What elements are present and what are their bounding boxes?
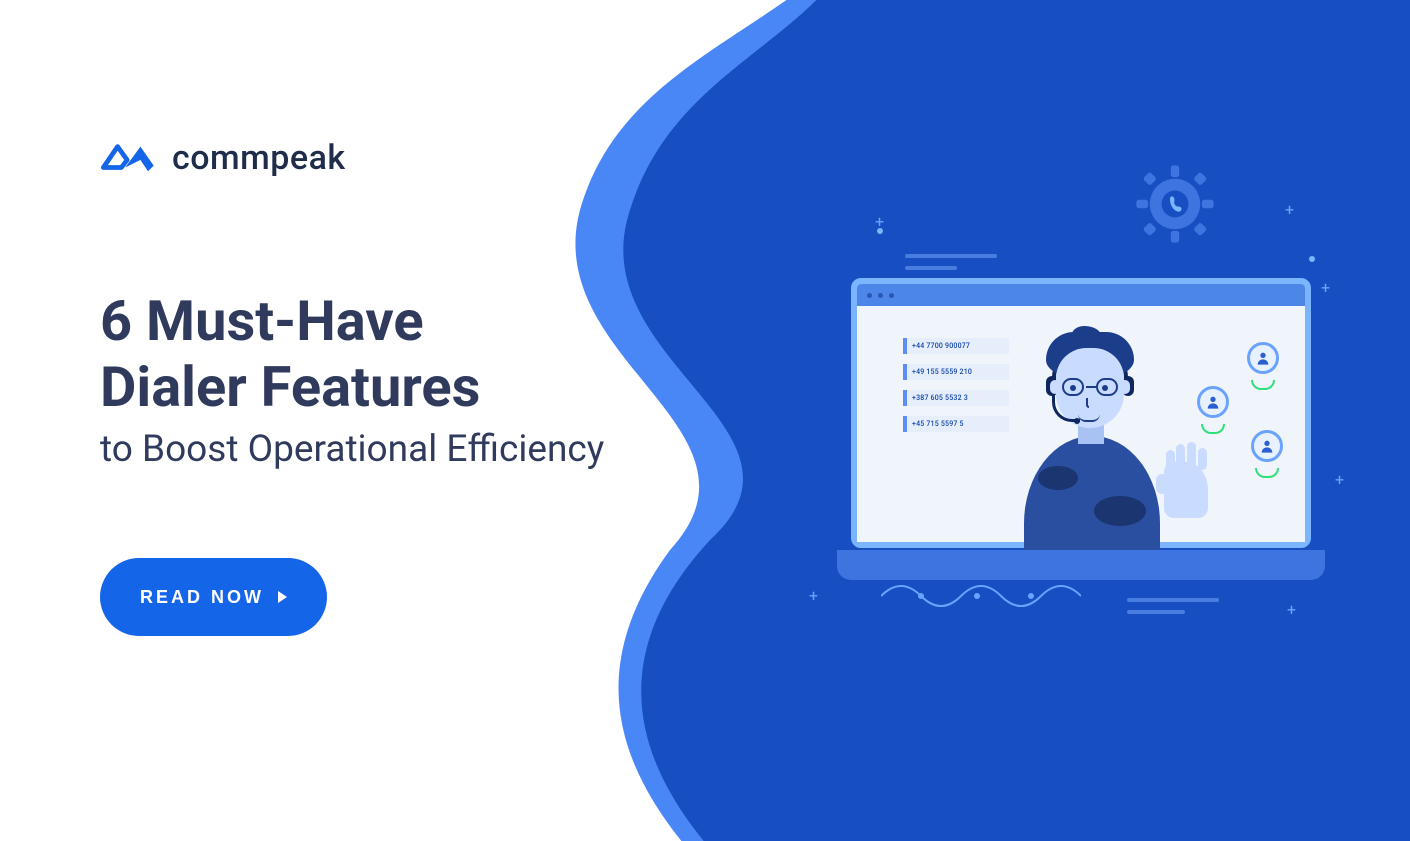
plus-icon: + — [1335, 470, 1344, 489]
contact-bubble — [1251, 430, 1283, 462]
phone-number-item: +387 605 5532 3 — [903, 390, 1009, 406]
dot-icon — [1309, 256, 1315, 262]
headline-bold: 6 Must-Have Dialer Features — [100, 288, 660, 420]
agent-avatar — [1012, 324, 1172, 544]
deco-line — [1127, 610, 1185, 614]
phone-number-item: +49 155 5559 210 — [903, 364, 1009, 380]
user-icon — [1259, 438, 1275, 454]
dial-arc-icon — [1201, 424, 1225, 434]
dial-arc-icon — [1255, 468, 1279, 478]
banner-canvas: commpeak 6 Must-Have Dialer Features to … — [0, 0, 1410, 841]
plus-icon: + — [1287, 600, 1296, 619]
deco-line — [1127, 598, 1219, 602]
plus-icon: + — [1285, 200, 1294, 219]
laptop-illustration: +44 7700 900077 +49 155 5559 210 +387 60… — [851, 278, 1311, 580]
gear-icon — [1133, 162, 1217, 246]
brand-logo: commpeak — [100, 138, 660, 178]
contact-bubble — [1247, 342, 1279, 374]
contact-bubble — [1197, 386, 1229, 418]
plus-icon: + — [1321, 278, 1330, 297]
dial-arc-icon — [1251, 380, 1275, 390]
hero-illustration: + + + + + + +44 7700 900077 +49 155 5559… — [815, 170, 1335, 690]
user-icon — [1255, 350, 1271, 366]
audio-wave-icon — [881, 576, 1081, 616]
phone-number-list: +44 7700 900077 +49 155 5559 210 +387 60… — [903, 338, 1009, 432]
brand-mark-icon — [100, 139, 158, 177]
laptop-screen: +44 7700 900077 +49 155 5559 210 +387 60… — [851, 278, 1311, 548]
window-title-bar — [857, 284, 1305, 306]
deco-line — [905, 266, 957, 270]
waving-hand-icon — [1164, 462, 1208, 518]
phone-number-item: +45 715 5597 5 — [903, 416, 1009, 432]
dot-icon — [877, 228, 883, 234]
user-icon — [1205, 394, 1221, 410]
phone-number-item: +44 7700 900077 — [903, 338, 1009, 354]
brand-name: commpeak — [172, 138, 346, 178]
plus-icon: + — [809, 586, 818, 605]
play-triangle-icon — [278, 591, 287, 603]
headline-sub: to Boost Operational Efficiency — [100, 426, 660, 474]
window-body: +44 7700 900077 +49 155 5559 210 +387 60… — [857, 306, 1305, 542]
cta-label: READ NOW — [140, 587, 264, 608]
deco-line — [905, 254, 997, 258]
read-now-button[interactable]: READ NOW — [100, 558, 327, 636]
